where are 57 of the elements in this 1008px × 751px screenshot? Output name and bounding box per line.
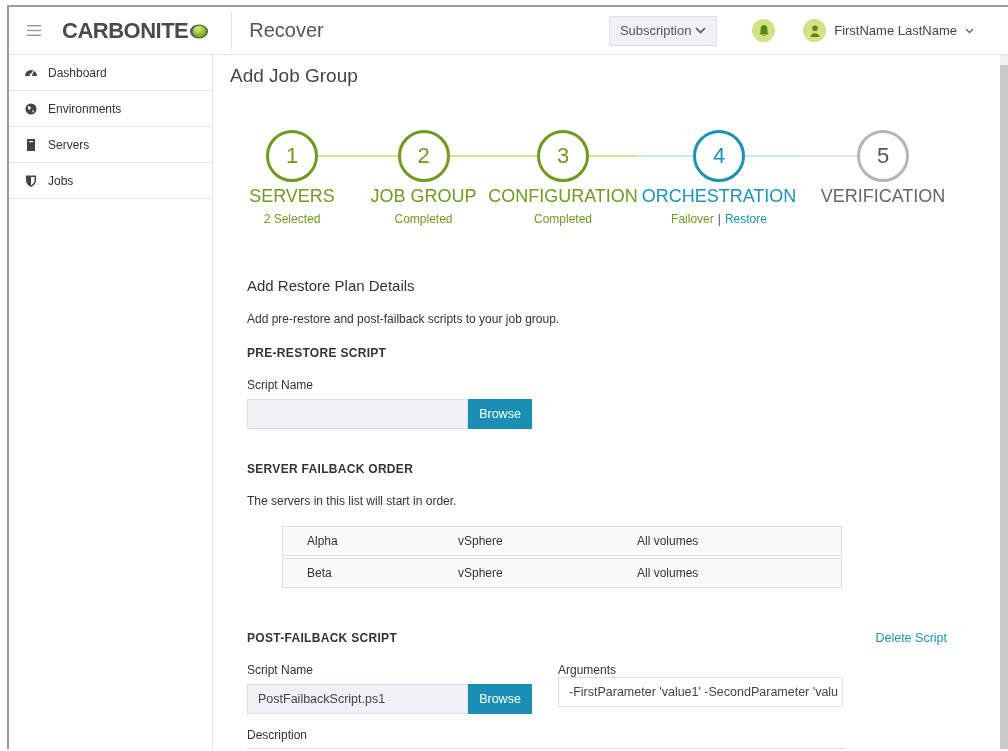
sidebar-item[interactable]: Servers (9, 127, 212, 163)
shield-icon (24, 173, 38, 188)
table-cell: All volumes (637, 534, 699, 548)
table-cell: All volumes (637, 566, 699, 580)
table-cell-text: Alpha (306, 534, 339, 548)
script-name-field[interactable]: PostFailbackScript.ps1 (247, 684, 468, 714)
user-menu[interactable]: FirstName LastName (803, 19, 974, 42)
chevron-down-icon (695, 27, 707, 34)
chevron-down-icon (965, 27, 974, 34)
step-status: Completed (534, 212, 592, 227)
step-status: Completed (394, 212, 453, 227)
table-cell-text: Beta (306, 566, 333, 580)
script-name-field[interactable] (247, 399, 468, 429)
step-status[interactable]: Restore (724, 212, 767, 227)
user-name: FirstName LastName (834, 23, 957, 38)
sidebar-item[interactable]: Environments (9, 91, 212, 127)
server-row[interactable]: Alpha vSphere All volumes (282, 526, 842, 556)
note-text: The servers in this list will start in order. (247, 494, 458, 508)
field-label: Script Name (247, 378, 315, 392)
table-cell-text: vSphere (458, 566, 504, 580)
logo-text: CARBONITE (62, 17, 189, 44)
step-status: Failover (671, 212, 714, 227)
step-label: JOB GROUP (370, 186, 477, 207)
intro-text: Add pre-restore and post-failback scripts to your job group. (247, 312, 561, 326)
app-title: Recover (231, 11, 324, 50)
logo-ball-icon (189, 22, 210, 39)
subscription-button[interactable]: Subscription (609, 15, 718, 46)
separator: | (717, 212, 721, 227)
page-title: Add Job Group (230, 65, 359, 87)
section-heading: Add Restore Plan Details (247, 277, 416, 294)
table-cell-text: vSphere (458, 534, 504, 548)
browse-button[interactable]: Browse (468, 684, 532, 714)
step-circle[interactable]: 4 (693, 130, 745, 182)
delete-script-link[interactable]: Delete Script (875, 631, 947, 645)
arguments-field[interactable]: -FirstParameter 'value1' -SecondParameter 'valu (558, 677, 843, 707)
step-circle[interactable]: 5 (857, 130, 909, 182)
step-status: 2 Selected (263, 212, 321, 227)
step-label: VERIFICATION (820, 186, 946, 207)
section-title: POST-FAILBACK SCRIPT (247, 631, 397, 645)
step-label: SERVERS (249, 186, 335, 207)
section-title: SERVER FAILBACK ORDER (247, 462, 415, 476)
sidebar-item[interactable]: Dashboard (9, 55, 212, 91)
section-title: PRE-RESTORE SCRIPT (247, 346, 388, 360)
bell-icon (757, 24, 770, 37)
server-icon (24, 137, 38, 152)
step-label: ORCHESTRATION (641, 186, 797, 207)
menu-icon[interactable] (27, 25, 41, 36)
person-icon (809, 24, 820, 37)
browse-button[interactable]: Browse (468, 399, 532, 429)
field-label: Description (247, 728, 309, 742)
step-label: CONFIGURATION (488, 186, 638, 207)
globe-icon (24, 101, 38, 116)
server-row[interactable]: Beta vSphere All volumes (282, 558, 842, 588)
field-label: Script Name (247, 663, 315, 677)
notification-button[interactable] (752, 19, 776, 42)
field-label: Arguments (558, 663, 618, 677)
sidebar-item[interactable]: Jobs (9, 163, 212, 199)
